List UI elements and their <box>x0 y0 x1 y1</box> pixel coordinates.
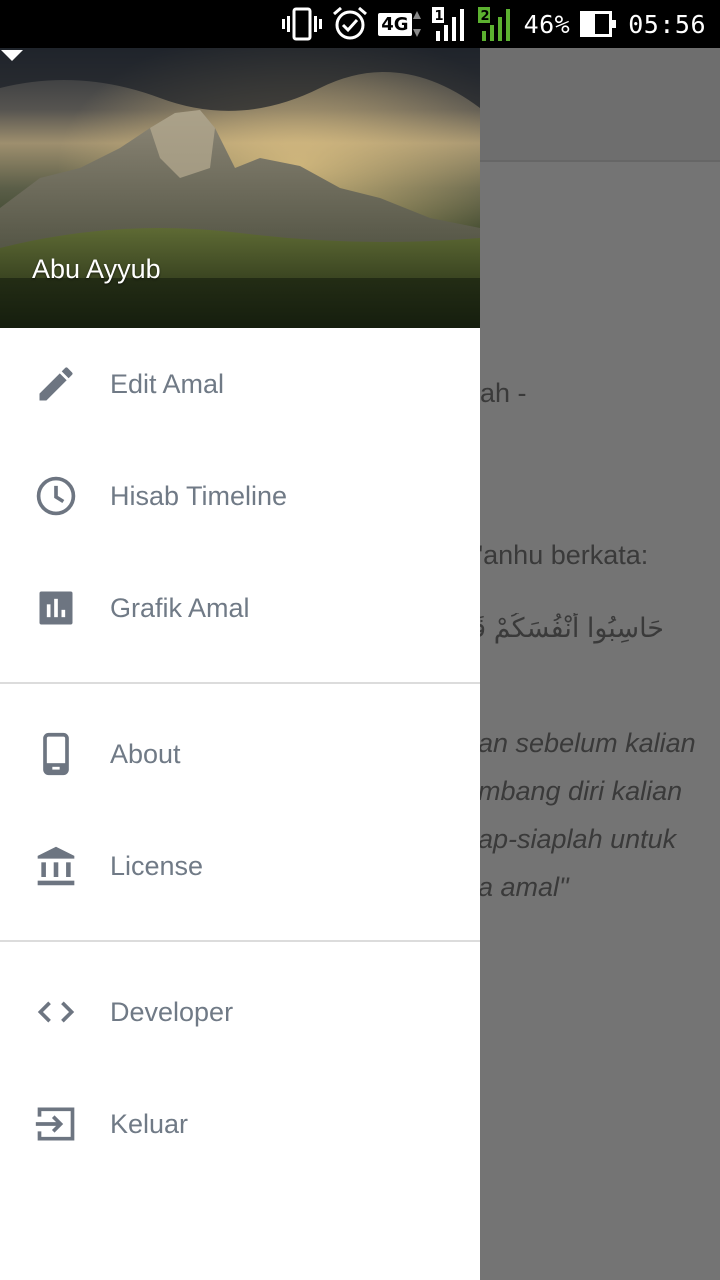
menu-item-label: Developer <box>110 996 234 1027</box>
menu-item-grafik-amal[interactable]: Grafik Amal <box>0 552 480 664</box>
menu-item-label: Edit Amal <box>110 368 225 399</box>
battery-percent: 46% <box>523 9 571 39</box>
translation-text: an sebelum kalian <box>478 728 696 758</box>
header-landscape-image <box>0 48 480 328</box>
exit-icon <box>35 1107 75 1141</box>
pencil-icon <box>39 367 73 401</box>
bar-chart-icon <box>39 591 73 625</box>
content-text: ah - <box>480 378 527 408</box>
svg-text:2: 2 <box>480 9 489 24</box>
menu-item-edit-amal[interactable]: Edit Amal <box>0 328 480 440</box>
menu-item-developer[interactable]: Developer <box>0 956 480 1068</box>
phone-icon <box>43 732 69 776</box>
translation-text: mbang diri kalian <box>478 776 683 806</box>
content-text: 'anhu berkata: <box>478 540 649 570</box>
menu-item-label: License <box>110 850 204 881</box>
menu-item-about[interactable]: About <box>0 698 480 810</box>
clock: 05:56 <box>628 9 706 39</box>
svg-text:1: 1 <box>434 9 443 24</box>
battery-icon <box>580 7 617 41</box>
status-bar: 4G 1 2 46% 05:56 <box>0 0 720 48</box>
navigation-drawer: Abu Ayyub Edit Amal Hisab Timeline Grafi… <box>0 48 480 1280</box>
lte-icon: 4G <box>378 7 421 41</box>
menu-divider <box>0 682 480 684</box>
clock-icon <box>36 476 76 516</box>
arabic-text: حَاسِبُوا أَنْفُسَكُمْ قَبْلَ <box>480 613 664 643</box>
menu-item-hisab-timeline[interactable]: Hisab Timeline <box>0 440 480 552</box>
menu-item-license[interactable]: License <box>0 810 480 922</box>
menu-item-keluar[interactable]: Keluar <box>0 1068 480 1180</box>
code-icon <box>37 1001 75 1023</box>
alarm-icon <box>332 7 368 41</box>
account-dropdown-arrow-icon[interactable] <box>0 48 24 62</box>
vibrate-icon <box>282 7 323 41</box>
translation-text: ap-siaplah untuk <box>478 824 677 854</box>
menu-item-label: About <box>110 738 181 769</box>
menu-item-label: Hisab Timeline <box>110 480 288 511</box>
bank-icon <box>37 846 75 886</box>
menu-item-label: Grafik Amal <box>110 592 250 623</box>
menu-item-label: Keluar <box>110 1108 189 1139</box>
account-name: Abu Ayyub <box>32 254 161 284</box>
signal-sim1-icon: 1 <box>431 7 468 41</box>
menu-divider <box>0 940 480 942</box>
signal-sim2-icon: 2 <box>477 7 514 41</box>
translation-text: a amal" <box>478 872 569 902</box>
drawer-header: Abu Ayyub <box>0 48 480 328</box>
